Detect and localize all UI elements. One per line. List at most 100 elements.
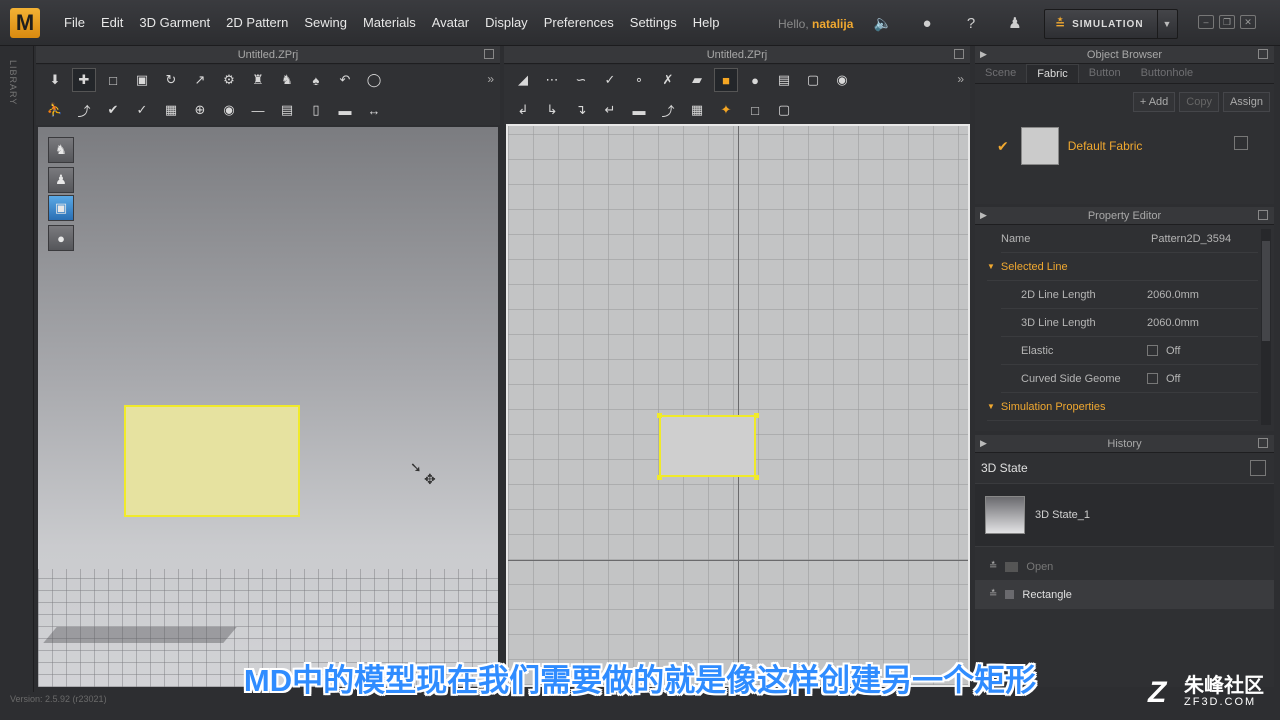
trace-tool-icon[interactable]: □ bbox=[744, 99, 766, 121]
pattern-point[interactable] bbox=[754, 413, 759, 418]
avatar-pose-tool-icon[interactable]: ⛹ bbox=[44, 99, 66, 121]
texture-2d-tool-icon[interactable]: ▦ bbox=[686, 99, 708, 121]
section-simulation-properties[interactable]: ▼ Simulation Properties bbox=[987, 393, 1258, 421]
copy-button[interactable]: Copy bbox=[1179, 92, 1219, 112]
rectangle-pattern-3d[interactable] bbox=[124, 405, 300, 517]
fabric-settings-icon[interactable] bbox=[1234, 136, 1248, 150]
menu-edit[interactable]: Edit bbox=[93, 15, 131, 30]
symmetry-2d-tool-icon[interactable]: ✦ bbox=[715, 99, 737, 121]
history-state-item[interactable]: 3D State_1 bbox=[975, 483, 1274, 547]
lasso-tool-icon[interactable]: ▢ bbox=[773, 99, 795, 121]
check-sewing-tool-icon[interactable]: ↵ bbox=[599, 99, 621, 121]
pattern-point[interactable] bbox=[657, 413, 662, 418]
internal-circle-tool-icon[interactable]: ◉ bbox=[831, 69, 853, 91]
show-avatar-icon[interactable]: ♟ bbox=[48, 167, 74, 193]
speaker-icon[interactable]: 🔈 bbox=[868, 10, 898, 36]
button-tool-icon[interactable]: ⊕ bbox=[189, 99, 211, 121]
tab-buttonhole[interactable]: Buttonhole bbox=[1131, 64, 1204, 83]
toolbar-2d-overflow-icon[interactable]: » bbox=[957, 72, 964, 86]
sew-3d-tool-icon[interactable]: ⤴ bbox=[73, 99, 95, 121]
user-icon[interactable]: ● bbox=[912, 10, 942, 36]
multi-sewing-tool-icon[interactable]: ↴ bbox=[570, 99, 592, 121]
circle-tool-icon[interactable]: ● bbox=[744, 69, 766, 91]
elastic-checkbox[interactable] bbox=[1147, 345, 1158, 356]
minimize-icon[interactable]: – bbox=[1198, 15, 1214, 29]
show-garment-icon[interactable]: ♞ bbox=[48, 137, 74, 163]
simulation-button[interactable]: ≛ SIMULATION ▼ bbox=[1044, 9, 1178, 39]
tack-tool-icon[interactable]: ⚙ bbox=[218, 69, 240, 91]
edit-curvature-tool-icon[interactable]: ∽ bbox=[570, 69, 592, 91]
measure-tool-icon[interactable]: ♠ bbox=[305, 69, 327, 91]
arrangement-tool-icon[interactable]: ♞ bbox=[276, 69, 298, 91]
puckering-tool-icon[interactable]: ▯ bbox=[305, 99, 327, 121]
flat-tool-icon[interactable]: ▬ bbox=[334, 99, 356, 121]
topstitch-tool-icon[interactable]: ▤ bbox=[276, 99, 298, 121]
close-icon[interactable]: ✕ bbox=[1240, 15, 1256, 29]
pane-3d-detach-icon[interactable] bbox=[484, 49, 494, 59]
viewport-2d[interactable] bbox=[506, 124, 970, 687]
assign-button[interactable]: Assign bbox=[1222, 92, 1270, 112]
restore-icon[interactable]: ❐ bbox=[1219, 15, 1235, 29]
save-state-icon[interactable] bbox=[1250, 460, 1266, 476]
property-editor-detach-icon[interactable] bbox=[1258, 210, 1268, 220]
simulation-dropdown-icon[interactable]: ▼ bbox=[1157, 10, 1177, 38]
menu-avatar[interactable]: Avatar bbox=[424, 15, 477, 30]
select-move-tool-icon[interactable]: ✚ bbox=[72, 68, 96, 92]
pattern-point[interactable] bbox=[754, 475, 759, 480]
panel-collapse-icon[interactable]: ▶ bbox=[980, 49, 987, 60]
curved-checkbox[interactable] bbox=[1147, 373, 1158, 384]
history-detach-icon[interactable] bbox=[1258, 438, 1268, 448]
property-2d-length-value[interactable]: 2060.0mm bbox=[1147, 289, 1199, 301]
add-point-tool-icon[interactable]: ∘ bbox=[628, 69, 650, 91]
ring-tool-icon[interactable]: ◯ bbox=[363, 69, 385, 91]
menu-2d-pattern[interactable]: 2D Pattern bbox=[218, 15, 296, 30]
pin-2d-tool-icon[interactable]: ⤴ bbox=[657, 99, 679, 121]
brush-tool-icon[interactable]: ✓ bbox=[131, 99, 153, 121]
select-mesh-tool-icon[interactable]: □ bbox=[102, 69, 124, 91]
help-icon[interactable]: ? bbox=[956, 10, 986, 36]
zipper-tool-icon[interactable]: — bbox=[247, 99, 269, 121]
menu-file[interactable]: File bbox=[56, 15, 93, 30]
menu-settings[interactable]: Settings bbox=[622, 15, 685, 30]
object-browser-detach-icon[interactable] bbox=[1258, 49, 1268, 59]
tab-button[interactable]: Button bbox=[1079, 64, 1131, 83]
menu-preferences[interactable]: Preferences bbox=[536, 15, 622, 30]
texture-tool-icon[interactable]: ▦ bbox=[160, 99, 182, 121]
rectangle-tool-icon[interactable]: ■ bbox=[714, 68, 738, 92]
garment-fit-tool-icon[interactable]: ♜ bbox=[247, 69, 269, 91]
history-group-rectangle[interactable]: ≛ Rectangle bbox=[975, 581, 1274, 609]
avatar-add-icon[interactable]: ♟ bbox=[1000, 10, 1030, 36]
menu-sewing[interactable]: Sewing bbox=[296, 15, 355, 30]
fabric-list-item[interactable]: ✔ Default Fabric bbox=[975, 124, 1274, 168]
property-name-value[interactable]: Pattern2D_3594 bbox=[1151, 233, 1231, 245]
pattern-point[interactable] bbox=[657, 475, 662, 480]
tab-scene[interactable]: Scene bbox=[975, 64, 1026, 83]
scrollbar-thumb[interactable] bbox=[1262, 241, 1270, 341]
property-scrollbar[interactable] bbox=[1261, 229, 1271, 425]
section-selected-line[interactable]: ▼ Selected Line bbox=[987, 253, 1258, 281]
buttonhole-tool-icon[interactable]: ◉ bbox=[218, 99, 240, 121]
cut-line-tool-icon[interactable]: ✗ bbox=[657, 69, 679, 91]
menu-help[interactable]: Help bbox=[685, 15, 728, 30]
menu-display[interactable]: Display bbox=[477, 15, 536, 30]
panel-collapse-icon[interactable]: ▶ bbox=[980, 438, 987, 449]
transform-tool-icon[interactable]: ▣ bbox=[131, 69, 153, 91]
menu-3d-garment[interactable]: 3D Garment bbox=[131, 15, 218, 30]
internal-rectangle-tool-icon[interactable]: ▢ bbox=[802, 69, 824, 91]
ruler-tool-icon[interactable]: ✔ bbox=[102, 99, 124, 121]
fold-arrangement-tool-icon[interactable]: ▬ bbox=[628, 99, 650, 121]
strap-tool-icon[interactable]: ↶ bbox=[334, 69, 356, 91]
menu-materials[interactable]: Materials bbox=[355, 15, 424, 30]
rectangle-pattern-2d[interactable] bbox=[659, 415, 756, 477]
drop-tool-icon[interactable]: ⬇ bbox=[44, 69, 66, 91]
internal-polygon-tool-icon[interactable]: ▤ bbox=[773, 69, 795, 91]
panel-collapse-icon[interactable]: ▶ bbox=[980, 210, 987, 221]
viewport-3d[interactable]: ♞ ♟ ▣ ● ➘ ✥ bbox=[38, 127, 498, 687]
pin-tool-icon[interactable]: ↗ bbox=[189, 69, 211, 91]
fold-tool-icon[interactable]: ↻ bbox=[160, 69, 182, 91]
polygon-tool-icon[interactable]: ▰ bbox=[686, 69, 708, 91]
history-group-open[interactable]: ≛ Open bbox=[975, 553, 1274, 581]
segment-sewing-tool-icon[interactable]: ↲ bbox=[512, 99, 534, 121]
tab-fabric[interactable]: Fabric bbox=[1026, 64, 1079, 83]
pane-2d-detach-icon[interactable] bbox=[954, 49, 964, 59]
